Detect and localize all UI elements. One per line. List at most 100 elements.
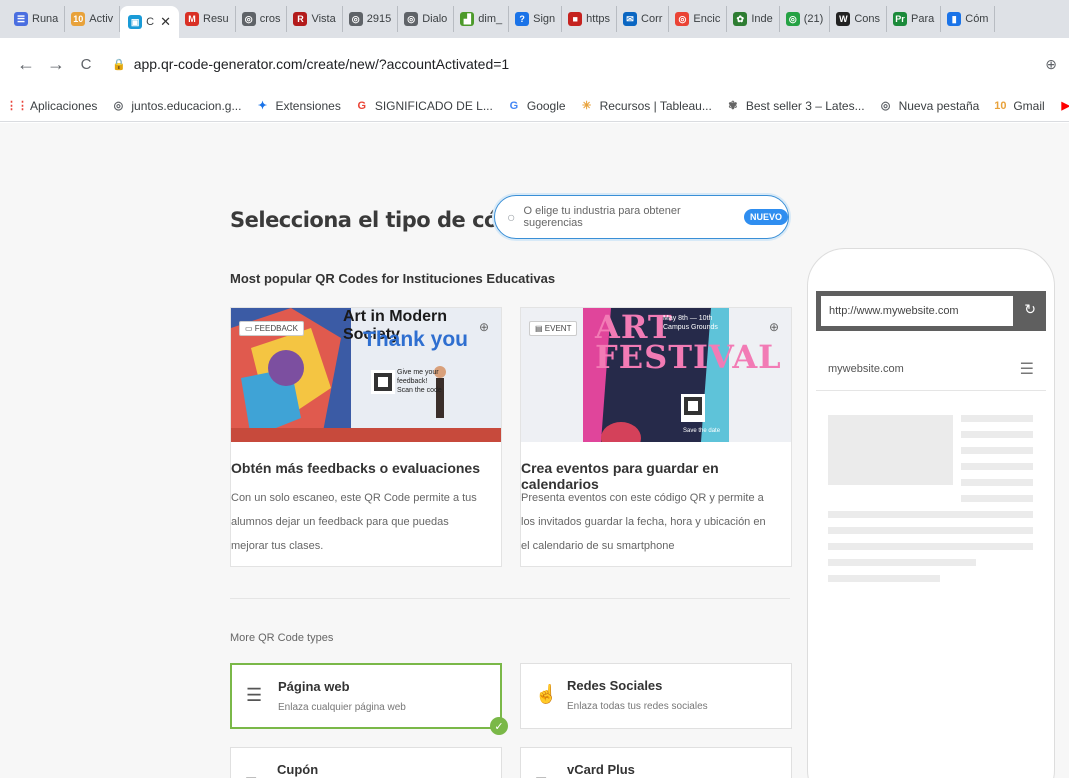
type-name: Redes Sociales	[567, 678, 663, 693]
preview-url-bar: http://www.mywebsite.com ↻	[816, 291, 1046, 331]
tab-label: https	[586, 13, 611, 25]
tab-favicon-icon: ◎	[241, 12, 256, 26]
zoom-preview-icon[interactable]: ⊕	[769, 320, 779, 334]
zoom-preview-icon[interactable]: ⊕	[479, 320, 489, 334]
browser-tab[interactable]: ▟ dim_	[454, 6, 510, 32]
tab-label: Activ	[89, 13, 114, 25]
forward-button[interactable]: →	[42, 50, 70, 78]
tab-label: Corr	[641, 13, 663, 25]
browser-tab[interactable]: ◎ Encic	[669, 6, 728, 32]
new-badge: NUEVO	[743, 209, 788, 225]
bookmark-label: Extensiones	[275, 98, 341, 113]
placeholder-line	[961, 431, 1033, 438]
tab-favicon-icon: ✉	[623, 12, 638, 26]
bookmark-label: SIGNIFICADO DE L...	[374, 98, 493, 113]
industry-search-input[interactable]: ○ O elige tu industria para obtener suge…	[494, 195, 789, 239]
bookmark-item[interactable]: ✾ Best seller 3 – Lates...	[726, 99, 864, 113]
browser-tab[interactable]: ◎ (21)	[780, 6, 831, 32]
type-name: Cupón	[277, 762, 319, 777]
preview-header: mywebsite.com ☰	[816, 331, 1046, 391]
tab-strip: ☰ Runa 10 Activ ▣ C ✕ M Resu ◎ cros R Vista ◎ 2915 ◎ Dia…	[0, 0, 1069, 38]
tab-favicon-icon: M	[185, 12, 199, 26]
browser-tab[interactable]: ◎ Dialo	[398, 6, 455, 32]
browser-tab[interactable]: ? Sign	[509, 6, 563, 32]
browser-tab[interactable]: ▣ C ✕	[120, 6, 179, 38]
tab-label: Inde	[751, 13, 773, 25]
placeholder-line	[828, 543, 1033, 550]
tab-label: Cóm	[965, 13, 989, 25]
tab-favicon-icon: ◎	[785, 12, 800, 26]
feedback-card-title: Obtén más feedbacks o evaluaciones	[231, 460, 480, 476]
tab-label: dim_	[478, 13, 503, 25]
event-tag: ▤ EVENT	[529, 321, 578, 336]
bookmark-label: Aplicaciones	[30, 98, 98, 113]
bookmark-label: juntos.educacion.g...	[131, 98, 242, 113]
bookmark-item[interactable]: ⋮⋮ Aplicaciones	[6, 98, 98, 113]
search-placeholder: O elige tu industria para obtener sugere…	[523, 205, 681, 229]
placeholder-image	[828, 415, 953, 485]
browser-tab[interactable]: Pr Para	[887, 6, 942, 32]
tab-favicon-icon: 10	[71, 12, 86, 26]
bookmark-item[interactable]: G SIGNIFICADO DE L...	[355, 99, 493, 113]
bookmarks-bar: ⋮⋮ Aplicaciones ◎ juntos.educacion.g... ✦ Ext…	[0, 90, 1069, 122]
browser-tab[interactable]: ▮ Cóm	[941, 6, 996, 32]
feedback-tag-label: FEEDBACK	[254, 324, 298, 333]
event-card[interactable]: ART FESTIVAL May 8th — 10th Campus Groun…	[520, 307, 792, 567]
feedback-card-description: Con un solo escaneo, este QR Code permit…	[231, 492, 477, 552]
feedback-card[interactable]: Art in Modern Society Thank you Give me …	[230, 307, 502, 567]
browser-tab[interactable]: W Cons	[830, 6, 887, 32]
back-button[interactable]: ←	[12, 50, 40, 78]
bookmark-item[interactable]: ◎ Nueva pestaña	[879, 99, 980, 113]
more-types-title: More QR Code types	[230, 632, 334, 644]
event-dates: May 8th — 10th Campus Grounds	[663, 315, 718, 331]
tab-favicon-icon: ◎	[675, 12, 690, 26]
bookmark-label: Nueva pestaña	[898, 98, 980, 113]
preview-url: http://www.mywebsite.com	[821, 296, 1013, 326]
reload-button[interactable]: C	[72, 50, 100, 78]
browser-tab[interactable]: 10 Activ	[65, 6, 121, 32]
event-card-description: Presenta eventos con este código QR y pe…	[521, 492, 766, 552]
scan-prompt: Give me your feedback! Scan the code	[397, 369, 442, 394]
address-bar[interactable]: 🔒 app.qr-code-generator.com/create/new/?…	[102, 50, 1035, 78]
placeholder-line	[828, 559, 976, 566]
type-vcard[interactable]: ▤ vCard Plus	[520, 747, 792, 778]
bookmark-icon: ✦	[257, 100, 268, 112]
type-coupon[interactable]: ▨ Cupón	[230, 747, 502, 778]
tab-label: cros	[259, 13, 281, 25]
browser-tab[interactable]: ☰ Runa	[8, 6, 66, 32]
bookmark-item[interactable]: ✳ Recursos | Tableau...	[580, 99, 712, 113]
type-website[interactable]: ☰ Página web Enlaza cualquier página web…	[230, 663, 508, 735]
bookmark-item[interactable]: 10 Gmail	[993, 99, 1044, 113]
browser-tab[interactable]: ✉ Corr	[617, 6, 670, 32]
event-tag-label: EVENT	[544, 324, 572, 333]
type-sub: Enlaza cualquier página web	[278, 702, 406, 713]
tab-label: Cons	[854, 13, 880, 25]
type-name: vCard Plus	[567, 762, 635, 777]
browser-tab[interactable]: R Vista	[287, 6, 343, 32]
browser-tab[interactable]: ✿ Inde	[727, 6, 780, 32]
bookmark-item[interactable]: G Google	[507, 99, 566, 113]
tab-favicon-icon: W	[836, 12, 851, 26]
zoom-icon[interactable]: ⊕	[1045, 56, 1057, 73]
tab-favicon-icon: ▮	[947, 12, 962, 26]
tab-label: 2915	[366, 13, 392, 25]
browser-tab[interactable]: M Resu	[179, 6, 236, 32]
tab-favicon-icon: ▟	[460, 12, 475, 26]
url-text: app.qr-code-generator.com/create/new/?ac…	[133, 56, 510, 72]
browser-tab[interactable]: ■ https	[562, 6, 618, 32]
bookmark-icon: ✳	[581, 100, 592, 112]
bookmark-item[interactable]: ▶YouTube	[1059, 99, 1069, 113]
bookmark-item[interactable]: ◎ juntos.educacion.g...	[111, 98, 242, 113]
close-icon[interactable]: ✕	[160, 14, 171, 30]
bookmark-icon: ✾	[728, 100, 738, 112]
card-title: Obtén más feedbacks o evaluaciones	[231, 460, 480, 476]
type-social[interactable]: ☝ Redes Sociales Enlaza todas tus redes …	[520, 663, 792, 729]
bookmark-item[interactable]: ✦ Extensiones	[255, 98, 341, 113]
browser-tab[interactable]: ◎ cros	[236, 6, 288, 32]
preview-body	[816, 391, 1046, 778]
tab-label: Para	[911, 13, 935, 25]
browser-tab[interactable]: ◎ 2915	[343, 6, 399, 32]
placeholder-line	[961, 463, 1033, 470]
vcard-icon: ▤	[535, 774, 555, 778]
tab-favicon-icon: Pr	[893, 12, 907, 26]
